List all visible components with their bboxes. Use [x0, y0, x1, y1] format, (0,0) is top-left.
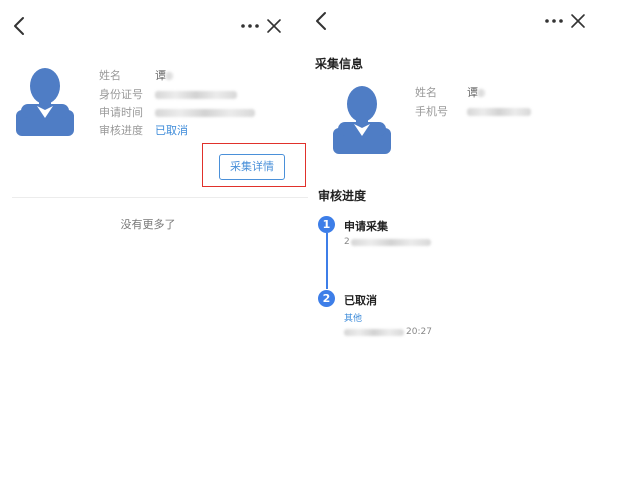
- detail-name-redacted: [477, 89, 485, 97]
- step-1-title: 申请采集: [344, 220, 388, 233]
- detail-name-label: 姓名: [415, 86, 437, 99]
- apply-time-row: 申请时间: [99, 105, 279, 121]
- apply-time-label: 申请时间: [99, 106, 143, 119]
- step-1-time: 2: [344, 235, 434, 249]
- list-divider: [12, 197, 308, 198]
- collect-detail-button[interactable]: 采集详情: [219, 154, 285, 180]
- step-1-marker: 1: [318, 216, 335, 233]
- apply-time-redacted: [155, 109, 255, 117]
- collect-info-title: 采集信息: [315, 57, 364, 71]
- name-row: 姓名 谭: [99, 68, 279, 84]
- review-progress-label: 审核进度: [99, 124, 143, 137]
- back-arrow-icon[interactable]: [310, 9, 334, 33]
- no-more-text: 没有更多了: [120, 218, 176, 231]
- step-2-marker: 2: [318, 290, 335, 307]
- user-avatar-icon: [333, 86, 391, 154]
- close-x-icon[interactable]: [266, 18, 282, 34]
- step-2-title: 已取消: [344, 294, 377, 307]
- back-arrow-icon[interactable]: [8, 14, 32, 38]
- id-number-redacted: [155, 91, 237, 99]
- close-x-icon[interactable]: [570, 13, 586, 29]
- application-list-panel: 姓名 谭 身份证号 申请时间 审核进度 已取消 采集详情 没有更多了: [0, 0, 310, 503]
- step-1-time-redacted: [351, 239, 431, 246]
- detail-phone-redacted: [467, 108, 531, 116]
- more-dots-icon[interactable]: [240, 21, 260, 31]
- id-number-row: 身份证号: [99, 87, 279, 103]
- user-avatar-icon: [16, 68, 74, 136]
- detail-phone-label: 手机号: [415, 105, 448, 118]
- review-progress-row: 审核进度 已取消: [99, 123, 279, 139]
- step-2-note: 其他: [344, 314, 363, 324]
- review-progress-title: 审核进度: [318, 189, 367, 203]
- more-dots-icon[interactable]: [544, 16, 564, 26]
- progress-timeline-line: [326, 233, 328, 289]
- name-redacted: [165, 72, 173, 80]
- detail-name-row: 姓名 谭: [415, 85, 585, 101]
- detail-phone-row: 手机号: [415, 104, 585, 120]
- step-2-time-redacted: [344, 329, 404, 336]
- name-label: 姓名: [99, 69, 121, 82]
- step-2-time: 20:27: [344, 325, 434, 339]
- id-number-label: 身份证号: [99, 88, 143, 101]
- collect-detail-panel: 采集信息 姓名 谭 手机号 审核进度 1 申请采集 2 2 已取消 其他 20:…: [308, 0, 640, 503]
- review-status-value: 已取消: [155, 124, 188, 137]
